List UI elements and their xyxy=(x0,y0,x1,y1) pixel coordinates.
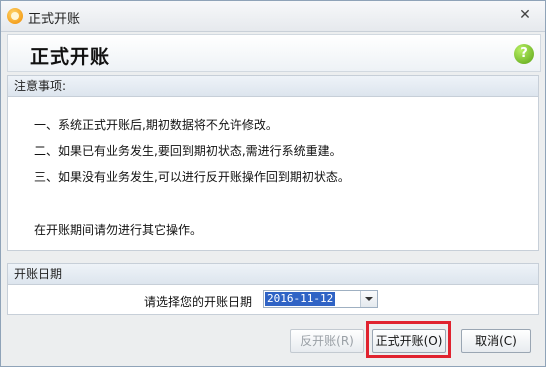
note-item: 二、如果已有业务发生,要回到期初状态,需进行系统重建。 xyxy=(34,144,342,158)
notes-panel: 注意事项: 一、系统正式开账后,期初数据将不允许修改。 二、如果已有业务发生,要… xyxy=(7,75,539,251)
window-title: 正式开账 xyxy=(28,12,81,27)
reverse-open-button[interactable]: 反开账(R) xyxy=(290,329,364,353)
date-panel: 开账日期 请选择您的开账日期 2016-11-12 xyxy=(7,263,539,315)
chevron-down-icon xyxy=(365,297,373,301)
notes-heading: 注意事项: xyxy=(8,76,538,97)
date-dropdown-button[interactable] xyxy=(360,291,377,307)
note-item: 三、如果没有业务发生,可以进行反开账操作回到期初状态。 xyxy=(34,170,350,184)
close-icon[interactable]: ✕ xyxy=(517,7,533,23)
date-value[interactable]: 2016-11-12 xyxy=(265,292,336,306)
note-footer: 在开账期间请勿进行其它操作。 xyxy=(34,223,203,237)
highlight-box xyxy=(366,321,451,358)
app-logo-icon xyxy=(7,8,23,24)
cancel-button[interactable]: 取消(C) xyxy=(461,329,531,353)
dialog-header: 正式开账 ? xyxy=(7,34,541,72)
open-account-dialog: 正式开账 ✕ 正式开账 ? 注意事项: 一、系统正式开账后,期初数据将不允许修改… xyxy=(0,0,546,367)
date-select[interactable]: 2016-11-12 xyxy=(263,290,378,308)
title-bar: 正式开账 ✕ xyxy=(1,1,545,32)
date-heading: 开账日期 xyxy=(8,264,538,285)
date-label: 请选择您的开账日期 xyxy=(144,295,253,309)
page-title: 正式开账 xyxy=(30,46,111,68)
help-icon[interactable]: ? xyxy=(514,44,534,64)
note-item: 一、系统正式开账后,期初数据将不允许修改。 xyxy=(34,118,278,132)
